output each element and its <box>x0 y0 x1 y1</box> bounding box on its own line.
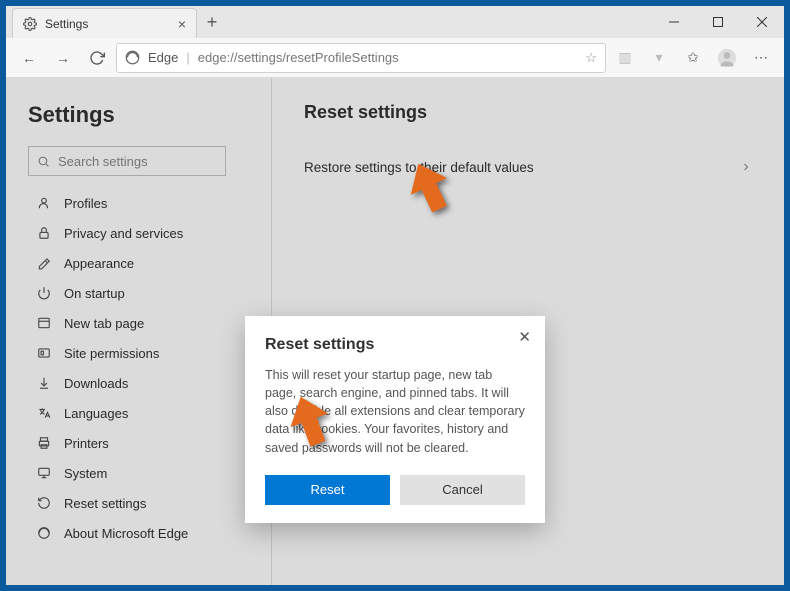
tab-title: Settings <box>45 17 170 31</box>
forward-button[interactable]: → <box>48 43 78 73</box>
favorite-star-icon[interactable]: ☆ <box>585 50 597 66</box>
reset-dialog: ✕ Reset settings This will reset your st… <box>245 316 545 523</box>
close-tab-icon[interactable]: × <box>178 16 186 32</box>
close-dialog-icon[interactable]: ✕ <box>518 328 531 346</box>
titlebar: Settings × + <box>6 6 784 38</box>
address-bar[interactable]: Edge | edge://settings/resetProfileSetti… <box>116 43 606 73</box>
cancel-button[interactable]: Cancel <box>400 475 525 505</box>
maximize-button[interactable] <box>696 6 740 38</box>
close-window-button[interactable] <box>740 6 784 38</box>
reset-button[interactable]: Reset <box>265 475 390 505</box>
refresh-button[interactable] <box>82 43 112 73</box>
url-text: edge://settings/resetProfileSettings <box>198 50 578 65</box>
new-tab-button[interactable]: + <box>197 6 227 38</box>
toolbar: ← → Edge | edge://settings/resetProfileS… <box>6 38 784 78</box>
gear-icon <box>23 17 37 31</box>
content: Settings Search settings Profiles Privac… <box>6 78 784 585</box>
profile-avatar[interactable] <box>712 43 742 73</box>
back-button[interactable]: ← <box>14 43 44 73</box>
edge-logo-icon <box>125 50 140 65</box>
tab-settings[interactable]: Settings × <box>12 8 197 38</box>
browser-window: Settings × + ← → Edge | edge://settings/… <box>6 6 784 585</box>
favorites-icon[interactable]: ✩ <box>678 43 708 73</box>
dialog-title: Reset settings <box>265 336 525 354</box>
dialog-body: This will reset your startup page, new t… <box>265 366 525 457</box>
extension-icon[interactable]: ▥ <box>610 43 640 73</box>
downloads-icon[interactable]: ▾ <box>644 43 674 73</box>
modal-overlay: ✕ Reset settings This will reset your st… <box>6 78 784 585</box>
brand-label: Edge <box>148 50 178 65</box>
minimize-button[interactable] <box>652 6 696 38</box>
overflow-menu-icon[interactable]: ⋯ <box>746 43 776 73</box>
address-separator: | <box>186 50 189 65</box>
